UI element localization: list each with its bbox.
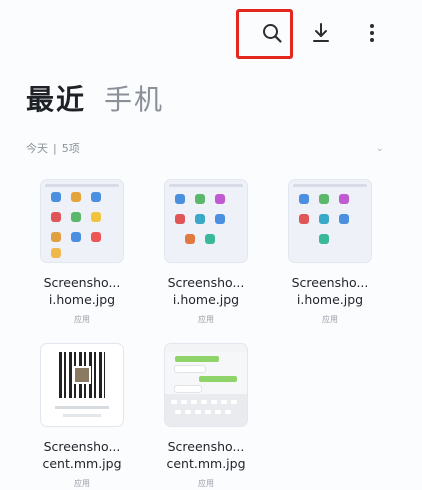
image-thumbnail xyxy=(165,180,247,262)
file-source: 应用 xyxy=(198,315,214,324)
file-item[interactable]: Screensho... i.home.jpg 应用 xyxy=(282,180,378,325)
group-separator: | xyxy=(53,142,57,155)
group-date: 今天 xyxy=(26,142,48,155)
file-item[interactable]: Screensho... cent.mm.jpg 应用 xyxy=(158,344,254,489)
file-name: Screensho... i.home.jpg xyxy=(291,275,369,307)
file-name: Screensho... cent.mm.jpg xyxy=(42,439,122,471)
file-item[interactable]: Screensho... i.home.jpg 应用 xyxy=(34,180,130,325)
file-source: 应用 xyxy=(322,315,338,324)
view-tabs: 最近 手机 xyxy=(26,78,164,118)
file-source: 应用 xyxy=(198,479,214,488)
file-source: 应用 xyxy=(74,479,90,488)
group-summary: 今天 | 5项 xyxy=(26,140,80,156)
download-button[interactable] xyxy=(304,16,338,50)
tab-phone[interactable]: 手机 xyxy=(104,78,164,118)
image-thumbnail xyxy=(41,180,123,262)
file-name: Screensho... i.home.jpg xyxy=(43,275,121,307)
tab-recent[interactable]: 最近 xyxy=(26,78,86,118)
top-toolbar xyxy=(0,0,422,66)
image-thumbnail xyxy=(165,344,247,426)
more-vertical-icon xyxy=(370,24,374,42)
file-name: Screensho... i.home.jpg xyxy=(167,275,245,307)
more-options-button[interactable] xyxy=(355,16,389,50)
file-item[interactable]: Screensho... cent.mm.jpg 应用 xyxy=(34,344,130,489)
file-source: 应用 xyxy=(74,315,90,324)
image-thumbnail xyxy=(41,344,123,426)
date-group-header[interactable]: 今天 | 5项 ⌄ xyxy=(26,140,384,156)
image-thumbnail xyxy=(289,180,371,262)
search-button[interactable] xyxy=(255,16,289,50)
chevron-down-icon[interactable]: ⌄ xyxy=(376,143,384,154)
group-count: 5项 xyxy=(61,142,80,155)
file-item[interactable]: Screensho... i.home.jpg 应用 xyxy=(158,180,254,325)
search-icon xyxy=(263,24,282,43)
file-name: Screensho... cent.mm.jpg xyxy=(166,439,246,471)
download-icon xyxy=(313,23,329,42)
